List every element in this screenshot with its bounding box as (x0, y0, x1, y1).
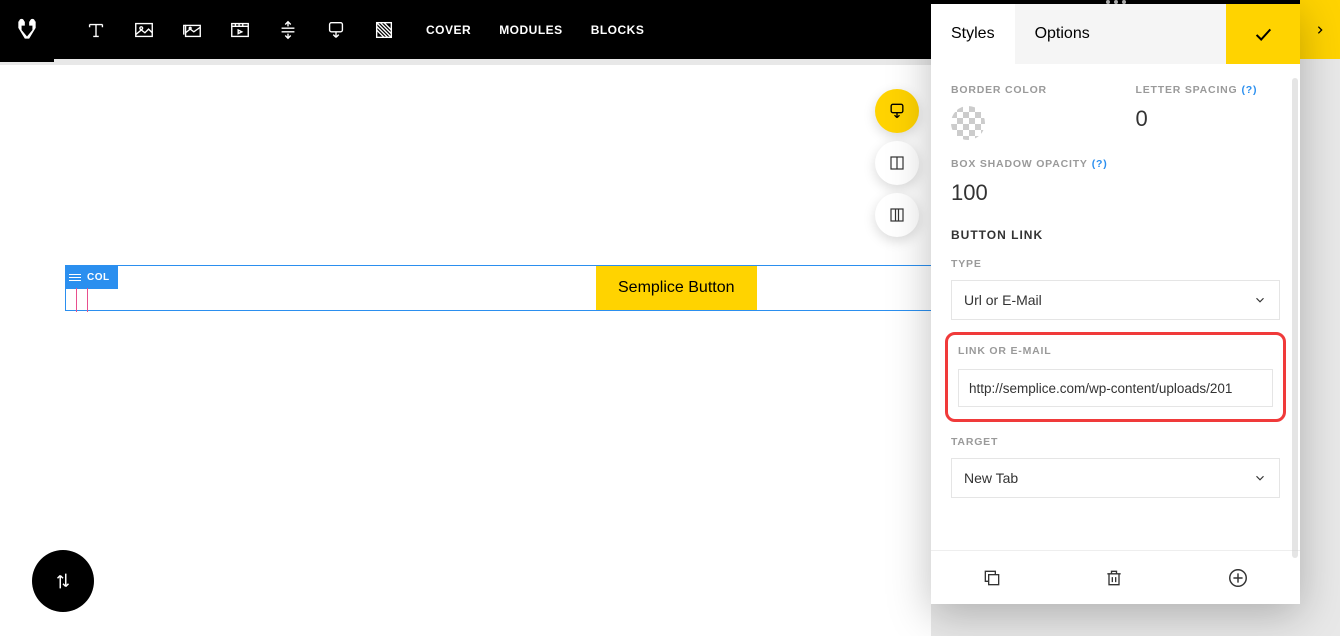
section-button-link: BUTTON LINK (951, 228, 1280, 242)
panel-confirm-button[interactable] (1226, 4, 1300, 64)
column-split-icon[interactable] (875, 141, 919, 185)
box-shadow-opacity-value[interactable]: 100 (951, 180, 1280, 206)
column-tag[interactable]: COL (65, 265, 118, 289)
semplice-button[interactable]: Semplice Button (596, 266, 757, 310)
letter-spacing-label-text: LETTER SPACING (1136, 84, 1238, 96)
guide-line (87, 288, 88, 312)
duplicate-button[interactable] (982, 568, 1002, 588)
column-grid-icon[interactable] (875, 193, 919, 237)
border-color-swatch[interactable] (951, 106, 985, 140)
logo[interactable] (0, 0, 54, 62)
add-button[interactable] (1227, 567, 1249, 589)
spacer-tool-icon[interactable] (276, 18, 300, 42)
panel-body: BORDER COLOR LETTER SPACING (?) 0 BOX SH… (931, 64, 1300, 550)
border-color-label: BORDER COLOR (951, 84, 1096, 96)
target-dropdown-value: New Tab (964, 470, 1018, 486)
target-label: TARGET (951, 436, 1280, 448)
column-tag-label: COL (87, 272, 110, 283)
reorder-fab[interactable] (32, 550, 94, 612)
nav-links: COVER MODULES BLOCKS (396, 23, 644, 37)
type-label: TYPE (951, 258, 1280, 270)
link-highlight-annotation: LINK OR E-MAIL (945, 332, 1286, 422)
tabs-filler (1110, 4, 1226, 64)
video-tool-icon[interactable] (228, 18, 252, 42)
panel-tabs: Styles Options (931, 4, 1300, 64)
link-label: LINK OR E-MAIL (958, 345, 1273, 357)
letter-spacing-label: LETTER SPACING (?) (1136, 84, 1281, 96)
box-shadow-opacity-label-text: BOX SHADOW OPACITY (951, 158, 1088, 170)
delete-button[interactable] (1104, 568, 1124, 588)
help-icon[interactable]: (?) (1092, 158, 1108, 170)
tab-styles[interactable]: Styles (931, 4, 1015, 64)
canvas[interactable]: COL Semplice Button (0, 65, 931, 636)
properties-panel: Styles Options BORDER COLOR LETTER SPACI… (931, 4, 1300, 604)
floating-element-tools (875, 89, 919, 237)
type-dropdown-value: Url or E-Mail (964, 292, 1042, 308)
type-dropdown[interactable]: Url or E-Mail (951, 280, 1280, 320)
nav-modules[interactable]: MODULES (499, 23, 563, 37)
tool-icons-group (54, 18, 396, 42)
chevron-down-icon (1253, 471, 1267, 485)
text-tool-icon[interactable] (84, 18, 108, 42)
button-tool-icon[interactable] (324, 18, 348, 42)
letter-spacing-value[interactable]: 0 (1136, 106, 1281, 132)
box-shadow-opacity-label: BOX SHADOW OPACITY (?) (951, 158, 1280, 170)
code-tool-icon[interactable] (372, 18, 396, 42)
target-dropdown[interactable]: New Tab (951, 458, 1280, 498)
guide-line (76, 288, 77, 312)
chevron-down-icon (1253, 293, 1267, 307)
panel-collapse-toggle[interactable] (1300, 0, 1340, 59)
nav-blocks[interactable]: BLOCKS (591, 23, 645, 37)
panel-footer (931, 550, 1300, 604)
panel-drag-grip[interactable] (1106, 0, 1126, 4)
tab-options[interactable]: Options (1015, 4, 1110, 64)
image-tool-icon[interactable] (132, 18, 156, 42)
help-icon[interactable]: (?) (1242, 84, 1258, 96)
link-input[interactable] (958, 369, 1273, 407)
gallery-tool-icon[interactable] (180, 18, 204, 42)
element-button-icon[interactable] (875, 89, 919, 133)
nav-cover[interactable]: COVER (426, 23, 471, 37)
scrollbar[interactable] (1292, 78, 1298, 558)
